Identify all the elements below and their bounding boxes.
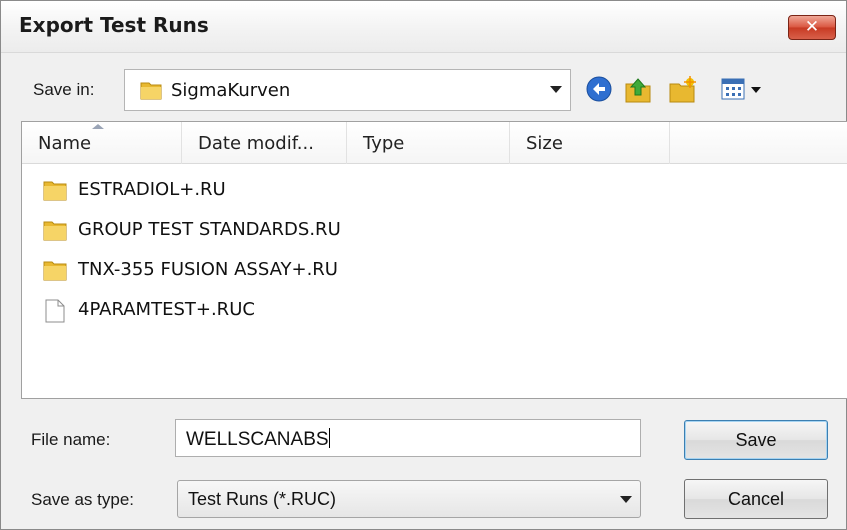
file-name-input[interactable]: WELLSCANABS: [175, 419, 641, 457]
up-folder-icon[interactable]: [623, 75, 653, 110]
folder-icon: [42, 258, 68, 287]
chevron-down-icon[interactable]: [550, 86, 562, 93]
sort-up-icon: [92, 124, 104, 129]
new-folder-icon[interactable]: [667, 75, 697, 110]
save-as-type-select[interactable]: Test Runs (*.RUC): [177, 480, 641, 518]
close-button[interactable]: ✕: [788, 15, 836, 40]
window-title: Export Test Runs: [19, 13, 209, 37]
list-item-name: TNX-355 FUSION ASSAY+.RU: [78, 259, 338, 280]
column-header-date[interactable]: Date modif...: [182, 122, 347, 164]
file-icon: [42, 298, 68, 329]
title-bar[interactable]: Export Test Runs ✕: [1, 1, 846, 53]
folder-icon: [139, 78, 163, 107]
cancel-button[interactable]: Cancel: [684, 479, 828, 519]
list-item-name: GROUP TEST STANDARDS.RU: [78, 219, 341, 240]
save-in-combo[interactable]: SigmaKurven: [124, 69, 571, 111]
column-header-type[interactable]: Type: [347, 122, 510, 164]
back-icon[interactable]: [585, 75, 613, 108]
list-item-name: ESTRADIOL+.RU: [78, 179, 226, 200]
save-button[interactable]: Save: [684, 420, 828, 460]
folder-icon: [42, 218, 68, 247]
chevron-down-icon[interactable]: [620, 496, 632, 503]
save-in-label: Save in:: [33, 80, 95, 99]
file-name-label: File name:: [31, 430, 111, 449]
text-caret: [328, 428, 330, 448]
close-icon: ✕: [804, 17, 820, 37]
save-in-value: SigmaKurven: [171, 80, 291, 101]
export-dialog: Export Test Runs ✕ Save in: SigmaKurven: [0, 0, 847, 530]
column-header-size[interactable]: Size: [510, 122, 670, 164]
list-item-name: 4PARAMTEST+.RUC: [78, 299, 255, 320]
save-as-type-label: Save as type:: [31, 490, 135, 509]
folder-icon: [42, 178, 68, 207]
save-as-type-value: Test Runs (*.RUC): [188, 489, 337, 509]
column-headers: Name Date modif... Type Size: [22, 122, 847, 164]
file-list[interactable]: Name Date modif... Type Size ESTRADIOL+.…: [21, 121, 847, 399]
file-name-value: WELLSCANABS: [186, 429, 329, 450]
column-header-name[interactable]: Name: [22, 122, 182, 164]
views-menu-icon[interactable]: [721, 77, 765, 108]
